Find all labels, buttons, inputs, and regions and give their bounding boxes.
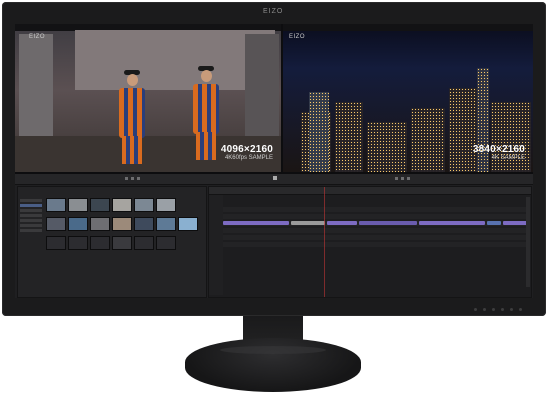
preview-right[interactable]: 3840×2160 4K SAMPLE: [283, 24, 533, 172]
power-button[interactable]: [519, 308, 522, 311]
media-thumbnail[interactable]: [156, 198, 176, 212]
timeline-clip[interactable]: [419, 221, 485, 225]
editor-area: [15, 174, 533, 298]
transport-button[interactable]: [137, 177, 140, 180]
stand-highlight: [220, 346, 326, 354]
media-thumbnail[interactable]: [68, 198, 88, 212]
preview-right-topbar: [283, 24, 533, 31]
monitor-screen: EIZO 4096×2160 4K60fps SAMPLE 3840×2160 …: [15, 24, 533, 298]
monitor-button[interactable]: [501, 308, 504, 311]
media-bin-panel: [17, 186, 207, 298]
timeline-panel: [208, 186, 532, 298]
timeline-playhead[interactable]: [324, 187, 325, 297]
skyline-building: [411, 108, 445, 172]
editor-toolbar: [15, 174, 533, 185]
tree-row[interactable]: [20, 224, 42, 227]
monitor-bottom-bar: [2, 300, 546, 316]
tree-row[interactable]: [20, 204, 42, 207]
media-thumbnail[interactable]: [112, 236, 132, 250]
folder-tree: [20, 199, 42, 259]
media-thumbnail[interactable]: [90, 198, 110, 212]
media-thumbnail[interactable]: [134, 198, 154, 212]
guard-figure: [193, 66, 219, 160]
media-thumbnail[interactable]: [112, 198, 132, 212]
transport-button[interactable]: [401, 177, 404, 180]
transport-button[interactable]: [125, 177, 128, 180]
media-thumbnail[interactable]: [156, 236, 176, 250]
media-thumbnail[interactable]: [90, 217, 110, 231]
media-thumbnail[interactable]: [46, 217, 66, 231]
timeline-clip[interactable]: [223, 221, 289, 225]
timeline-ruler[interactable]: [209, 187, 531, 195]
media-thumbnail[interactable]: [68, 217, 88, 231]
timeline-clip[interactable]: [291, 221, 325, 225]
timeline-clip[interactable]: [487, 221, 501, 225]
monitor-button[interactable]: [510, 308, 513, 311]
media-thumbnail[interactable]: [68, 236, 88, 250]
timeline-clip[interactable]: [359, 221, 417, 225]
tree-row[interactable]: [20, 199, 42, 202]
timeline-clip[interactable]: [503, 221, 527, 225]
tree-row[interactable]: [20, 229, 42, 232]
guard-figure: [119, 70, 145, 164]
media-thumbnail[interactable]: [156, 217, 176, 231]
tree-row[interactable]: [20, 219, 42, 222]
media-thumbnail[interactable]: [134, 236, 154, 250]
playhead-marker[interactable]: [273, 176, 277, 180]
preview-right-subtitle: 4K SAMPLE: [491, 155, 525, 161]
preview-right-caption: 3840×2160 4K SAMPLE: [473, 144, 525, 162]
media-thumbnail[interactable]: [112, 217, 132, 231]
track-row[interactable]: [223, 214, 529, 219]
brand-logo: EIZO: [263, 8, 284, 15]
timeline-clip[interactable]: [327, 221, 357, 225]
monitor-button[interactable]: [474, 308, 477, 311]
monitor-buttons: [474, 308, 522, 311]
track-row[interactable]: [223, 235, 529, 240]
track-row[interactable]: [223, 207, 529, 212]
media-thumbnail[interactable]: [134, 217, 154, 231]
preview-left-caption: 4096×2160 4K60fps SAMPLE: [221, 144, 273, 162]
preview-left-logo: EIZO: [29, 34, 46, 40]
skyline-tower: [309, 92, 329, 172]
preview-right-logo: EIZO: [289, 34, 306, 40]
timeline-scrollbar[interactable]: [526, 197, 530, 287]
transport-button[interactable]: [395, 177, 398, 180]
skyline-building: [335, 102, 363, 172]
tree-row[interactable]: [20, 209, 42, 212]
media-thumbnail[interactable]: [46, 198, 66, 212]
media-thumbnail[interactable]: [46, 236, 66, 250]
track-row[interactable]: [223, 242, 529, 247]
track-row[interactable]: [223, 228, 529, 233]
transport-button[interactable]: [407, 177, 410, 180]
monitor-bezel: EIZO EIZO 4096×2160 4K60fps SAMPLE 3840×…: [2, 2, 546, 316]
monitor-button[interactable]: [483, 308, 486, 311]
tree-row[interactable]: [20, 214, 42, 217]
monitor-button[interactable]: [492, 308, 495, 311]
preview-left-subtitle: 4K60fps SAMPLE: [224, 155, 273, 161]
preview-left[interactable]: EIZO 4096×2160 4K60fps SAMPLE: [15, 24, 281, 172]
media-thumbnail[interactable]: [90, 236, 110, 250]
track-headers: [209, 195, 223, 295]
preview-right-resolution: 3840×2160: [472, 144, 525, 155]
skyline-building: [367, 122, 407, 172]
media-thumbnail[interactable]: [178, 217, 198, 231]
transport-button[interactable]: [131, 177, 134, 180]
track-row[interactable]: [223, 221, 529, 226]
preview-left-resolution: 4096×2160: [220, 144, 273, 155]
